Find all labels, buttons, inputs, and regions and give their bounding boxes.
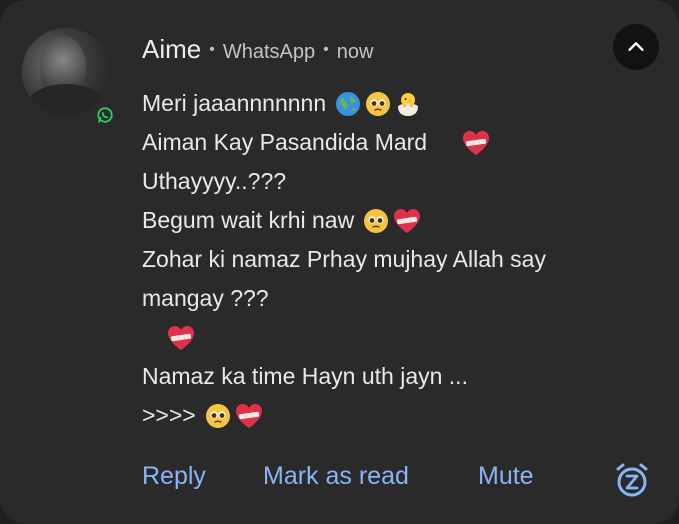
hatching-chick-icon <box>394 90 422 118</box>
message-line: Namaz ka time Hayn uth jayn ... <box>142 357 662 396</box>
message-text: Namaz ka time Hayn uth jayn ... <box>142 363 468 389</box>
message-text: Aiman Kay Pasandida Mard <box>142 129 428 155</box>
mending-heart-icon <box>234 402 264 430</box>
mending-heart-icon <box>392 207 422 235</box>
sender-name: Aime <box>142 34 202 64</box>
snooze-button[interactable] <box>612 460 652 500</box>
pleading-face-icon <box>362 207 390 235</box>
mark-as-read-button[interactable]: Mark as read <box>263 462 409 491</box>
message-text: Begum wait krhi naw <box>142 207 355 233</box>
message-text: >>>> <box>142 402 196 428</box>
message-line: mangay ??? <box>142 279 662 318</box>
notification-header: Aime • WhatsApp • now <box>142 34 373 68</box>
reply-button[interactable]: Reply <box>142 462 206 491</box>
globe-icon <box>334 90 362 118</box>
collapse-button[interactable] <box>613 24 659 70</box>
mending-heart-icon <box>461 129 491 157</box>
message-text: Uthayyyy..??? <box>142 168 287 194</box>
chevron-up-icon <box>628 42 644 51</box>
separator-dot: • <box>209 41 215 58</box>
message-line: Meri jaaannnnnnn <box>142 84 662 123</box>
message-line: Begum wait krhi naw <box>142 201 662 240</box>
notification-actions: Reply Mark as read Mute <box>142 462 662 502</box>
message-line: >>>> <box>142 396 662 435</box>
message-line: Aiman Kay Pasandida Mard <box>142 123 662 162</box>
notification-card[interactable]: Aime • WhatsApp • now Meri jaaannnnnnn Ai… <box>0 0 679 524</box>
mute-button[interactable]: Mute <box>478 462 534 491</box>
mending-heart-icon <box>166 324 196 352</box>
message-text: Zohar ki namaz Prhay mujhay Allah say <box>142 246 546 272</box>
message-line: Uthayyyy..??? <box>142 162 662 201</box>
message-line <box>142 318 662 357</box>
message-line: Zohar ki namaz Prhay mujhay Allah say <box>142 240 662 279</box>
message-text: mangay ??? <box>142 285 269 311</box>
pleading-face-icon <box>204 402 232 430</box>
message-list: Meri jaaannnnnnn Aiman Kay Pasandida Mard… <box>142 84 662 435</box>
separator-dot: • <box>323 41 329 58</box>
app-name: WhatsApp <box>222 41 316 63</box>
avatar <box>22 28 110 116</box>
timestamp: now <box>336 41 374 63</box>
message-text: Meri jaaannnnnnn <box>142 90 327 116</box>
snooze-icon <box>616 463 648 497</box>
pleading-face-icon <box>364 90 392 118</box>
whatsapp-icon <box>94 104 116 126</box>
